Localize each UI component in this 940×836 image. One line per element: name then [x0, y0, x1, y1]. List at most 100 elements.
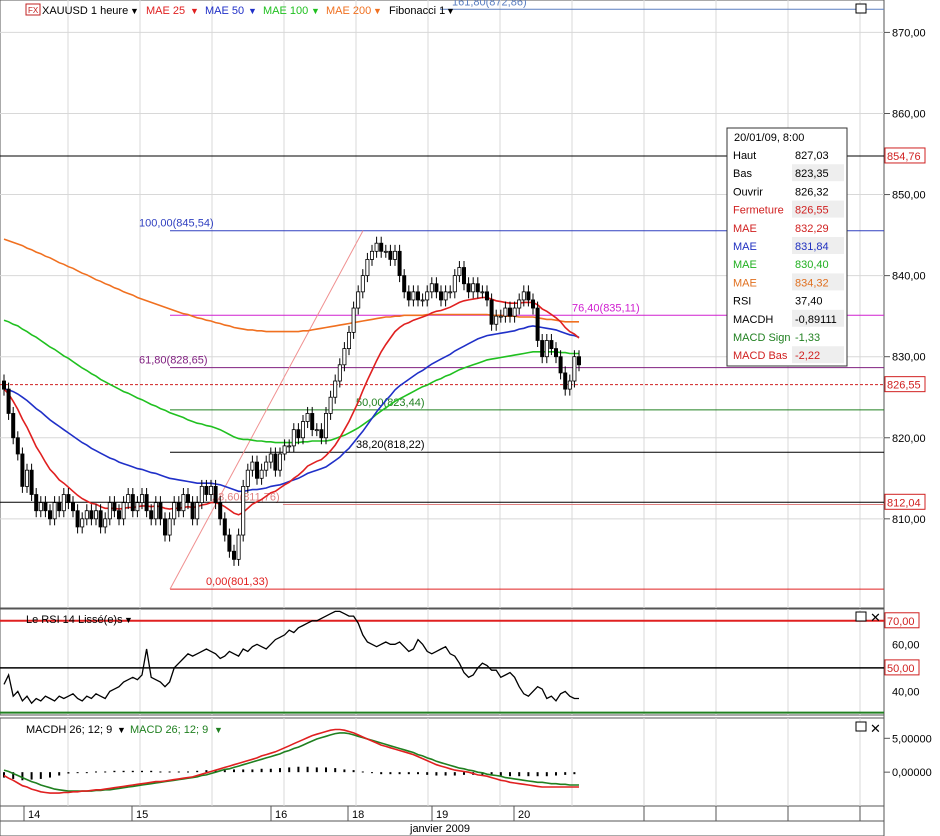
- candle-body: [287, 445, 292, 448]
- macdh-bar: [177, 771, 180, 773]
- macdh-bar: [536, 772, 539, 777]
- candle-body: [540, 340, 545, 358]
- macdh-bar: [95, 771, 97, 773]
- candle-body: [149, 510, 154, 520]
- rsi-title[interactable]: Le RSI 14 Lissé(e)s: [26, 614, 123, 626]
- candle-body: [379, 242, 384, 252]
- instrument-label[interactable]: XAUUSD 1 heure: [42, 5, 128, 17]
- macdh-bar: [49, 772, 51, 778]
- candle-body: [112, 502, 117, 512]
- indicator-fibonacci[interactable]: Fibonacci 1: [389, 5, 445, 17]
- candle-body: [448, 291, 453, 294]
- candle-body: [213, 485, 218, 504]
- macdh-bar: [187, 771, 189, 773]
- candle-body: [489, 299, 494, 325]
- chevron-down-icon[interactable]: ▼: [190, 6, 199, 16]
- candle-body: [268, 453, 273, 463]
- candle-body: [29, 469, 34, 495]
- candle-body: [438, 291, 443, 301]
- candle-body: [20, 453, 25, 487]
- trading-chart: 161,80(872,86) 100,00(845,54) 76,40(835,11…: [0, 0, 932, 836]
- chevron-down-icon[interactable]: ▼: [117, 725, 126, 735]
- candle-body: [236, 534, 241, 560]
- price-tick-label: 860,00: [892, 108, 926, 120]
- candle-body: [208, 485, 213, 495]
- maximize-icon[interactable]: [855, 3, 867, 14]
- chevron-down-icon[interactable]: ▼: [311, 6, 320, 16]
- instrument-dropdown-icon[interactable]: ▼: [130, 6, 139, 16]
- candle-body: [185, 494, 190, 504]
- candle-body: [24, 469, 29, 487]
- info-row-value: -2,22: [795, 350, 820, 362]
- macd-title[interactable]: MACD 26; 12; 9: [130, 724, 208, 736]
- macdh-bar: [306, 766, 309, 773]
- info-row-value: 826,55: [795, 205, 829, 217]
- candle-body: [52, 502, 57, 520]
- candle-body: [84, 510, 89, 520]
- macdh-bar: [371, 772, 373, 774]
- maximize-icon[interactable]: [855, 721, 867, 732]
- indicator-mae100[interactable]: MAE 100: [263, 5, 308, 17]
- info-row-label: MACD Bas: [733, 350, 788, 362]
- macdh-bar: [352, 770, 355, 773]
- candle-body: [190, 502, 195, 520]
- candle-body: [218, 502, 223, 520]
- candle-body: [452, 275, 457, 293]
- macdh-bar: [297, 766, 300, 773]
- indicator-mae25[interactable]: MAE 25: [146, 5, 185, 17]
- fib-label: 38,20(818,22): [356, 439, 425, 451]
- info-row-value: 834,32: [795, 277, 829, 289]
- maximize-icon[interactable]: [855, 611, 867, 622]
- candle-body: [126, 494, 131, 504]
- chevron-down-icon[interactable]: ▼: [446, 6, 455, 16]
- macdh-bar: [398, 772, 401, 775]
- candle-body: [144, 494, 149, 512]
- macd-tick-label: 5,00000: [892, 733, 932, 745]
- candle-body: [567, 380, 572, 390]
- candle-body: [397, 250, 402, 277]
- price-tick-label: 850,00: [892, 190, 926, 202]
- candle-body: [259, 469, 264, 479]
- macdh-bar: [39, 772, 42, 779]
- close-icon[interactable]: ✕: [870, 610, 881, 625]
- candle-body: [544, 340, 549, 358]
- x-day-label: 20: [518, 809, 530, 821]
- macdh-bar: [233, 769, 235, 773]
- macdh-title[interactable]: MACDH 26; 12; 9: [26, 724, 112, 736]
- price-marker-label: 826,55: [887, 380, 921, 392]
- candle-body: [80, 518, 85, 528]
- macdh-bar: [242, 769, 245, 773]
- candle-body: [204, 485, 209, 495]
- macdh-bar: [545, 772, 548, 777]
- close-icon[interactable]: ✕: [870, 721, 881, 736]
- candle-body: [503, 307, 508, 317]
- candle-body: [222, 518, 227, 536]
- candle-body: [282, 445, 287, 455]
- chevron-down-icon[interactable]: ▼: [214, 725, 223, 735]
- chevron-down-icon[interactable]: ▼: [373, 6, 382, 16]
- candle-body: [411, 291, 416, 301]
- macdh-bar: [453, 772, 456, 776]
- candle-body: [66, 494, 71, 504]
- macdh-bar: [518, 772, 521, 777]
- chevron-down-icon[interactable]: ▼: [124, 615, 133, 625]
- rsi-marker-label: 70,00: [887, 616, 915, 628]
- candle-body: [512, 307, 517, 317]
- macdh-bar: [150, 770, 153, 773]
- candle-body: [342, 348, 347, 366]
- info-row-value: 832,29: [795, 223, 829, 235]
- indicator-mae200[interactable]: MAE 200: [326, 5, 371, 17]
- indicator-mae50[interactable]: MAE 50: [205, 5, 244, 17]
- price-tick-label: 840,00: [892, 271, 926, 283]
- info-row-label: Haut: [733, 150, 756, 162]
- candle-body: [475, 283, 480, 293]
- candle-body: [443, 291, 448, 301]
- candle-body: [310, 413, 315, 431]
- candle-body: [250, 461, 255, 471]
- chevron-down-icon[interactable]: ▼: [248, 6, 257, 16]
- candle-body: [34, 494, 39, 512]
- info-row-value: -0,89111: [795, 314, 837, 326]
- candle-body: [254, 461, 259, 479]
- candle-body: [466, 283, 471, 293]
- candle-body: [107, 502, 112, 520]
